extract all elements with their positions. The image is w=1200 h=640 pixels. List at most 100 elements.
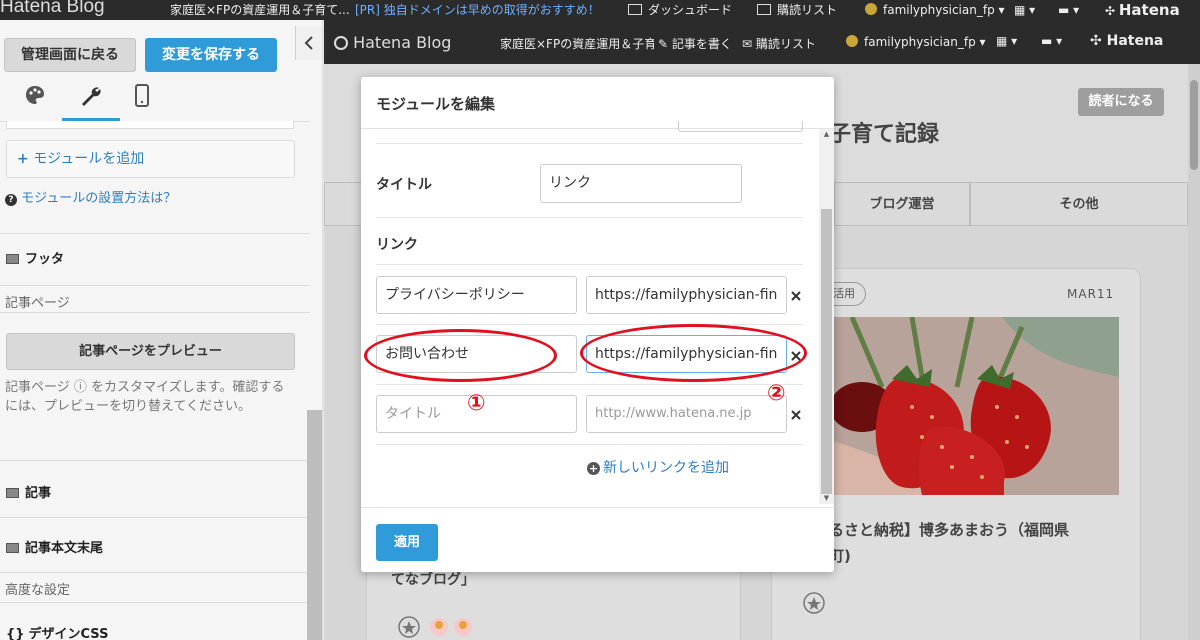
customize-tab[interactable] xyxy=(79,84,103,108)
divider xyxy=(0,517,310,518)
article-section-header[interactable]: 記事 xyxy=(6,482,51,501)
hatena-brand[interactable]: ✣ Hatena xyxy=(1105,0,1180,20)
preview-user-avatar xyxy=(846,35,858,47)
add-module-button[interactable]: + モジュールを追加 xyxy=(6,140,295,178)
preview-nav-other: その他 xyxy=(970,182,1188,226)
preview-right-card-star xyxy=(802,591,826,615)
preview-subscriptions: ✉ 購読リスト xyxy=(742,37,816,51)
row-divider xyxy=(376,264,803,265)
smartphone-icon xyxy=(135,84,149,107)
collapse-panel-button[interactable] xyxy=(295,26,322,60)
module-help-label: モジュールの設置方法は？ xyxy=(21,191,177,206)
preview-hatena-logo: Hatena Blog xyxy=(334,33,451,52)
promo-link[interactable]: [PR] 独自ドメインは早めの取得がおすすめ！ xyxy=(355,0,600,20)
preview-card-title: るさと納税】博多あまおう（福岡県 xyxy=(829,521,1070,539)
article-page-label: 記事ページ xyxy=(5,296,70,311)
row-divider xyxy=(376,324,803,325)
annotation-marker-1: ① xyxy=(467,391,486,416)
preview-user-menu: familyphysician_fp ▾ xyxy=(846,35,986,49)
dialog-title: モジュールを編集 xyxy=(376,95,495,113)
preview-write-article-label: 記事を書く xyxy=(671,37,732,51)
article-end-section-header[interactable]: 記事本文末尾 xyxy=(6,537,103,556)
palette-icon xyxy=(26,86,44,104)
row-divider xyxy=(376,384,803,385)
divider xyxy=(0,602,310,603)
remove-new-link-icon[interactable] xyxy=(789,408,803,422)
scroll-down-arrow-icon[interactable]: ▼ xyxy=(821,493,832,503)
design-css-section-header[interactable]: {} デザインCSS xyxy=(6,623,108,640)
row-divider xyxy=(376,444,803,445)
preview-article-page-button[interactable]: 記事ページをプレビュー xyxy=(6,333,295,370)
article-section-label: 記事 xyxy=(25,486,52,501)
apply-button[interactable]: 適用 xyxy=(376,524,438,561)
add-new-link-label: 新しいリンクを追加 xyxy=(603,460,729,476)
module-list-end xyxy=(6,121,294,129)
preview-write-article: ✎ 記事を書く xyxy=(654,35,732,52)
subscriptions-link[interactable]: 購読リスト xyxy=(757,0,837,20)
back-to-admin-button[interactable]: 管理画面に戻る xyxy=(4,38,136,72)
dialog-footer-divider xyxy=(361,507,834,508)
remove-link-1-icon[interactable] xyxy=(789,289,803,303)
design-tab[interactable] xyxy=(24,84,46,106)
preview-hatena-brand: ✣ Hatena xyxy=(1090,33,1164,49)
subscriptions-icon xyxy=(757,4,771,15)
hatena-brand-label: Hatena xyxy=(1118,1,1180,19)
scrolled-field[interactable] xyxy=(678,121,803,132)
link-url-input-1[interactable]: https://familyphysician-fin xyxy=(586,276,787,314)
footer-section-label: フッタ xyxy=(25,252,65,267)
preview-logo-text: Hatena Blog xyxy=(353,33,452,52)
row-divider xyxy=(376,217,803,218)
divider xyxy=(0,460,310,461)
preview-nav-blog-management: ブログ運営 xyxy=(834,182,970,226)
preview-apps-icon: ▦ ▾ xyxy=(996,34,1018,48)
new-link-url-input[interactable]: http://www.hatena.ne.jp xyxy=(586,395,787,433)
preview-blog-heading: 子育て記録 xyxy=(829,122,940,147)
question-icon: ? xyxy=(5,194,17,206)
code-braces-icon: {} xyxy=(6,627,25,640)
save-changes-button[interactable]: 変更を保存する xyxy=(145,38,277,72)
apps-grid-icon[interactable]: ▦ ▾ xyxy=(1014,0,1035,20)
wrench-icon xyxy=(82,87,101,106)
module-help-link[interactable]: ? モジュールの設置方法は？ xyxy=(5,187,176,206)
preview-user-name: familyphysician_fp xyxy=(864,35,976,49)
user-avatar xyxy=(865,3,877,15)
annotation-marker-2: ② xyxy=(767,381,786,406)
preview-subscribe-button: 読者になる xyxy=(1078,88,1164,116)
divider xyxy=(0,312,310,313)
smartphone-tab[interactable] xyxy=(134,84,150,108)
link-title-input-1[interactable]: プライバシーポリシー xyxy=(376,276,577,314)
hatena-top-bar: Hatena Blog 家庭医×FPの資産運用＆子育て... [PR] 独自ドメ… xyxy=(0,0,1200,20)
dashboard-link[interactable]: ダッシュボード xyxy=(628,0,732,20)
star-icons xyxy=(398,616,472,638)
preview-brand-label: Hatena xyxy=(1106,33,1164,49)
preview-description: 記事ページ ⓘ をカスタマイズします。確認するには、プレビューを切り替えてくださ… xyxy=(5,380,285,414)
hatena-blog-logo[interactable]: Hatena Blog xyxy=(0,0,105,17)
dashboard-icon xyxy=(628,4,642,15)
article-end-section-icon xyxy=(6,543,19,553)
footer-section-header[interactable]: フッタ xyxy=(6,248,64,267)
module-title-input[interactable]: リンク xyxy=(540,164,742,203)
dashboard-label: ダッシュボード xyxy=(648,3,733,17)
advanced-settings-label: 高度な設定 xyxy=(5,583,71,598)
divider xyxy=(0,572,310,573)
sidebar-scrollbar[interactable] xyxy=(307,410,322,640)
user-menu[interactable]: familyphysician_fp ▾ xyxy=(865,0,1005,20)
customize-sidebar: 管理画面に戻る 変更を保存する + モジュールを追加 ? モジュールの設置方法は… xyxy=(0,20,323,640)
notifications-icon[interactable]: ▬ ▾ xyxy=(1058,0,1079,20)
article-section-icon xyxy=(6,488,19,498)
scroll-up-arrow-icon[interactable]: ▲ xyxy=(821,129,832,139)
edit-module-dialog: モジュールを編集 タイトル リンク リンク プライバシーポリシー https:/… xyxy=(361,77,834,572)
highlight-ring-2 xyxy=(580,324,807,382)
preview-card-date: MAR11 xyxy=(1067,287,1115,301)
plus-circle-icon: + xyxy=(587,462,600,475)
subscriptions-label: 購読リスト xyxy=(777,3,838,17)
article-end-section-label: 記事本文末尾 xyxy=(25,541,104,556)
blog-title-link[interactable]: 家庭医×FPの資産運用＆子育て... xyxy=(170,0,350,20)
add-new-link-button[interactable]: + 新しいリンクを追加 xyxy=(587,457,729,477)
preview-subscriptions-label: 購読リスト xyxy=(755,37,816,51)
dialog-scrollbar-thumb[interactable] xyxy=(821,209,832,494)
plus-icon: + xyxy=(17,151,29,167)
preview-hatena-bar: Hatena Blog 家庭医×FPの資産運用＆子育て記録 ✎ 記事を書く ✉ … xyxy=(324,20,1200,64)
preview-scrollbar-thumb xyxy=(1190,80,1198,170)
design-css-label: デザインCSS xyxy=(28,627,109,640)
